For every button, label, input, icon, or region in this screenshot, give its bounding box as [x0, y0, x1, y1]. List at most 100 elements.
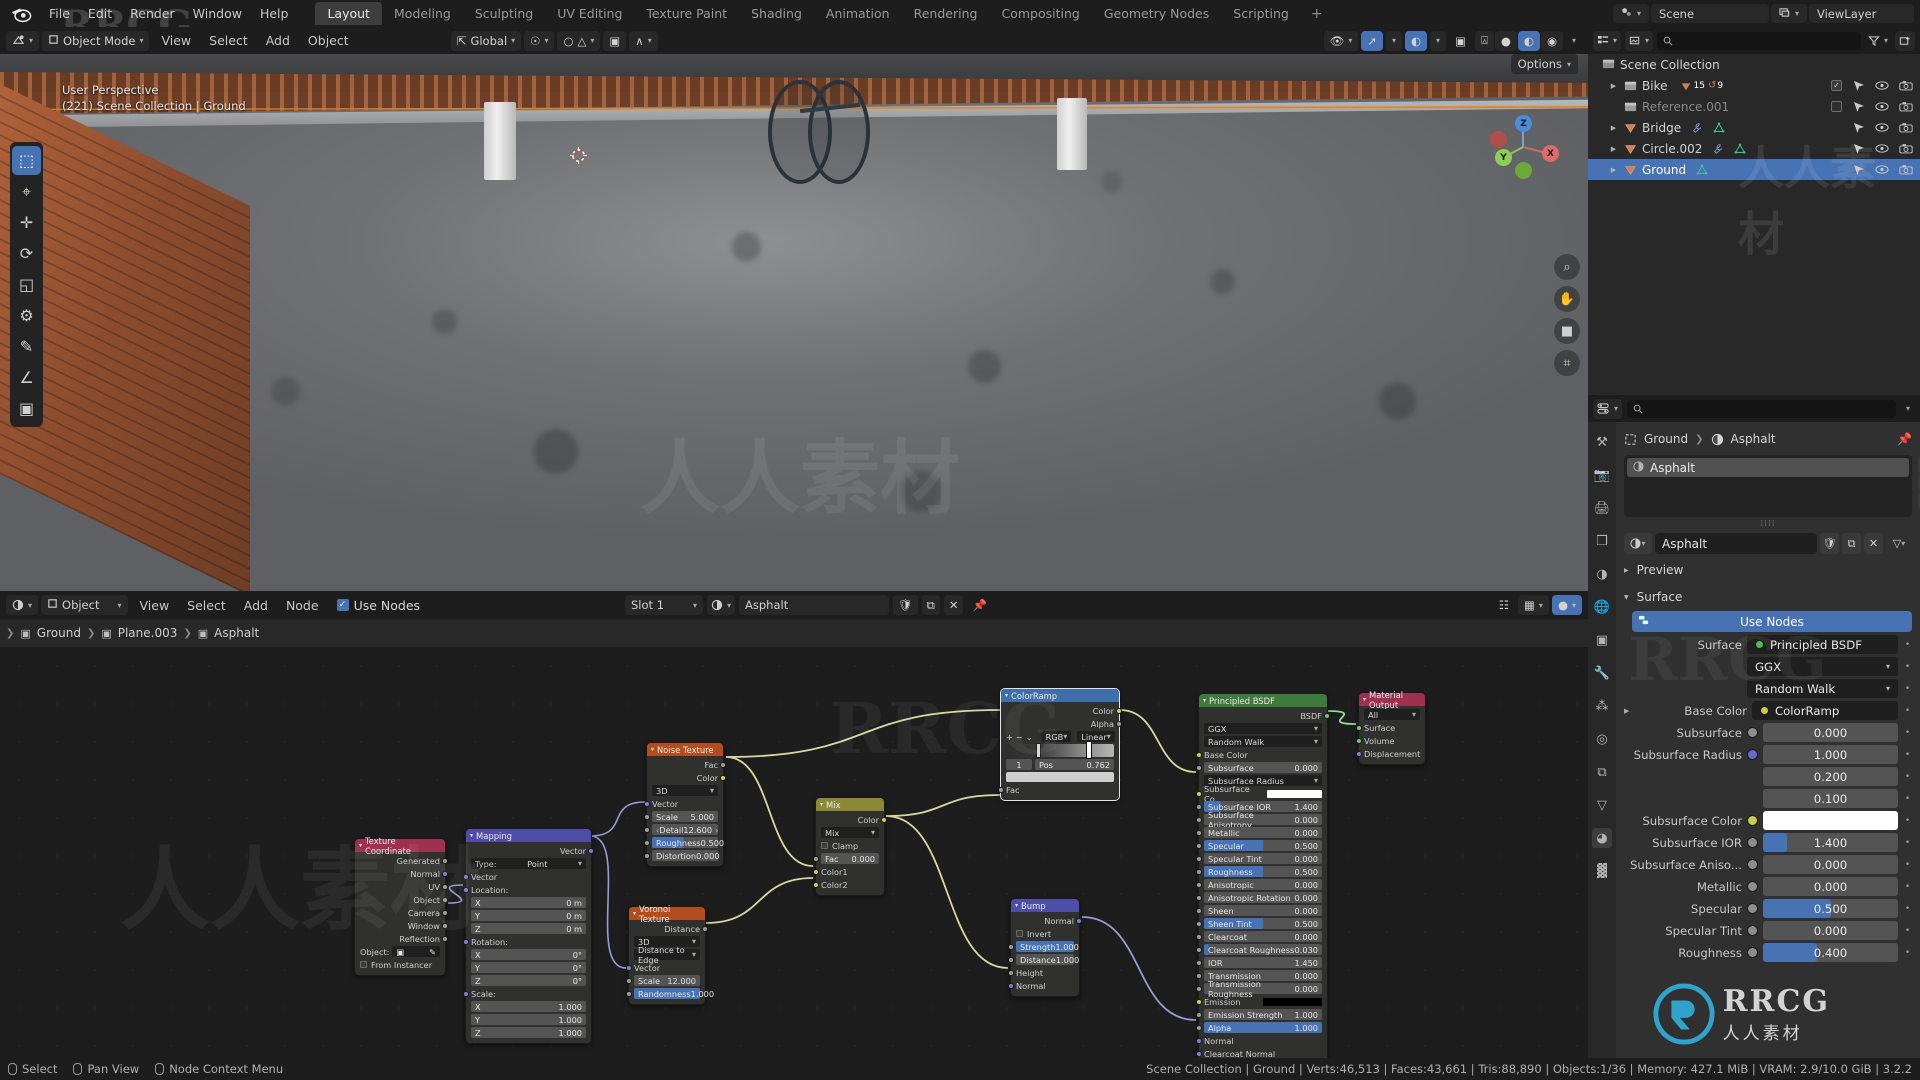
node-colorramp[interactable]: ▾ ColorRamp Color Alpha + − ⌄ RGB ▾ Linear ▾ 1 Pos 0.… [998, 688, 1122, 801]
input-socket[interactable] [1196, 959, 1202, 966]
camera-view-icon[interactable]: ■ [1554, 318, 1580, 344]
move-tool[interactable]: ✛ [12, 208, 41, 237]
input-socket[interactable] [998, 786, 1004, 793]
node-menu-node[interactable]: Node [277, 595, 328, 616]
node-slider[interactable]: Transmission Roughness 0.000 [1204, 979, 1322, 999]
viewlayer-selector[interactable]: ▾ [1770, 4, 1807, 23]
node-mapping[interactable]: ▾ Mapping Vector Type: Point ▾ Vector Location:… [463, 828, 594, 1044]
colorramp-index-field[interactable]: 1 [1006, 759, 1032, 770]
input-socket[interactable] [1196, 816, 1202, 823]
input-socket[interactable] [463, 886, 469, 893]
new-collection-icon[interactable] [1895, 30, 1915, 51]
workspace-tab-sculpting[interactable]: Sculpting [463, 2, 545, 25]
node-slider[interactable]: Metallic 0.000 [1204, 827, 1322, 838]
cursor-select-icon[interactable] [1852, 79, 1865, 92]
node-slider[interactable]: Randomness 1.000 [634, 988, 714, 999]
animate-property-dot[interactable]: • [1903, 882, 1912, 892]
input-socket[interactable] [1196, 933, 1202, 940]
filter-funnel-icon[interactable]: ▾ [1865, 31, 1891, 51]
node-slider[interactable]: Specular Tint 0.000 [1204, 853, 1322, 864]
node-vector-field[interactable]: X 0 m [471, 897, 586, 908]
scene-selector[interactable]: ▾ [1612, 4, 1649, 23]
expand-arrow-icon[interactable]: ▶ [1608, 145, 1619, 153]
top-menu-help[interactable]: Help [251, 3, 298, 24]
visibility-dropdown[interactable]: 👁 ▾ [1323, 30, 1359, 51]
cursor-select-icon[interactable] [1852, 100, 1865, 113]
node-menu-add[interactable]: Add [235, 595, 277, 616]
surface-properties-list[interactable]: Surface Principled BSDF • GGX ▾ • Random Walk ▾… [1624, 635, 1912, 962]
animate-property-dot[interactable]: • [1903, 750, 1912, 760]
output-socket[interactable] [442, 857, 448, 864]
properties-breadcrumb-asphalt[interactable]: Asphalt [1731, 432, 1776, 446]
node-slider[interactable]: Scale 5.000 [652, 811, 718, 822]
node-collapse-icon[interactable]: ▾ [470, 832, 473, 839]
outliner-search-input[interactable] [1657, 31, 1861, 50]
node-slider[interactable]: Subsurface 0.000 [1204, 762, 1322, 773]
workspace-tabs[interactable]: Layout Modeling Sculpting UV Editing Texture… [315, 2, 1332, 25]
property-link-field[interactable]: ColorRamp [1752, 701, 1898, 720]
input-socket[interactable] [1196, 998, 1202, 1005]
input-socket[interactable] [626, 964, 632, 971]
material-preview-shading-icon[interactable]: ◐ [1517, 30, 1540, 51]
top-menu-file[interactable]: File [40, 3, 79, 24]
outliner-checkbox[interactable]: ✓ [1831, 80, 1842, 91]
copy-material-button[interactable]: ⧉ [1842, 533, 1861, 554]
workspace-tab-geometry-nodes[interactable]: Geometry Nodes [1092, 2, 1221, 25]
annotate-tool[interactable]: ✎ [12, 332, 41, 361]
colorramp-stop-0[interactable] [1036, 743, 1042, 758]
toggle-ortho-icon[interactable]: ⌗ [1554, 350, 1580, 376]
animate-property-dot[interactable]: • [1903, 926, 1912, 936]
input-socket[interactable] [1008, 956, 1014, 963]
rotate-tool[interactable]: ⟳ [12, 239, 41, 268]
property-slider[interactable]: 0.000 [1763, 723, 1898, 742]
output-socket[interactable] [442, 896, 448, 903]
workspace-tab--[interactable]: + [1301, 3, 1333, 25]
output-socket[interactable] [1116, 720, 1122, 727]
node-menu-view[interactable]: View [131, 595, 179, 616]
outliner-rows[interactable]: ▶ Bike 15 ↺ 9 ✓ Reference.001 ▶ Bridge ▶ Circle.00… [1588, 75, 1920, 180]
properties-output-tab[interactable]: 🖨 [1592, 498, 1612, 518]
node-slider[interactable]: Fac 0.000 [821, 853, 879, 864]
outliner-root-row[interactable]: Scene Collection [1588, 54, 1920, 75]
breadcrumb-item-ground[interactable]: Ground [37, 626, 81, 640]
pin-icon[interactable]: 📌 [967, 595, 991, 615]
workspace-tab-rendering[interactable]: Rendering [902, 2, 990, 25]
top-menu-render[interactable]: Render [121, 3, 184, 24]
colorramp-pos-field[interactable]: Pos 0.762 [1035, 759, 1114, 770]
viewport-nav-tools[interactable]: ⌕ ✋ ■ ⌗ [1554, 254, 1580, 376]
color-swatch-field[interactable] [1763, 811, 1898, 830]
camera-icon[interactable] [1899, 122, 1913, 134]
node-slider[interactable]: Clearcoat Roughness 0.030 [1204, 944, 1322, 955]
outliner-row-toggles[interactable] [1831, 100, 1913, 113]
fake-user-shield-button[interactable]: 🛡 [1820, 533, 1839, 554]
colorramp-btn-2[interactable]: ⌄ [1026, 732, 1033, 742]
expand-arrow-icon[interactable]: ▶ [1624, 707, 1634, 715]
input-socket[interactable] [1196, 894, 1202, 901]
input-socket[interactable] [1196, 1037, 1202, 1044]
node-collapse-icon[interactable]: ▾ [1015, 902, 1018, 909]
workspace-tab-compositing[interactable]: Compositing [989, 2, 1091, 25]
filter-id-icon[interactable]: ▾ [1625, 30, 1654, 51]
workspace-tab-shading[interactable]: Shading [739, 2, 814, 25]
cursor-select-icon[interactable] [1852, 142, 1865, 155]
property-slider[interactable]: 0.200 [1763, 767, 1898, 786]
property-slider[interactable]: 0.400 [1763, 943, 1898, 962]
copy-icon[interactable]: ⧉ [921, 595, 940, 615]
viewport-menu-view[interactable]: View [152, 30, 200, 51]
node-dropdown[interactable]: Mix ▾ [821, 827, 879, 838]
input-socket[interactable] [626, 990, 632, 997]
input-socket[interactable] [1196, 881, 1202, 888]
navigation-gizmo[interactable]: Z Y X [1490, 114, 1559, 180]
input-socket[interactable] [463, 990, 469, 997]
node-noise-texture[interactable]: ▾ Noise Texture Fac Color 3D ▾ Vector Scale 5.00… [644, 742, 726, 867]
measure-tool[interactable]: ∠ [12, 363, 41, 392]
use-nodes-button[interactable]: Use Nodes [1632, 611, 1912, 632]
node-vector-field[interactable]: Y 0 m [471, 910, 586, 921]
increment-arrow-icon[interactable]: › [715, 825, 718, 835]
surface-panel-header[interactable]: ▼ Surface [1624, 586, 1912, 608]
viewport-options-button[interactable]: Options ▾ [1510, 54, 1578, 74]
animate-property-dot[interactable]: • [1903, 860, 1912, 870]
node-slider[interactable]: IOR 1.450 [1204, 957, 1322, 968]
property-slider[interactable]: 0.000 [1763, 877, 1898, 896]
node-checkbox-row[interactable]: Clamp [821, 840, 879, 851]
